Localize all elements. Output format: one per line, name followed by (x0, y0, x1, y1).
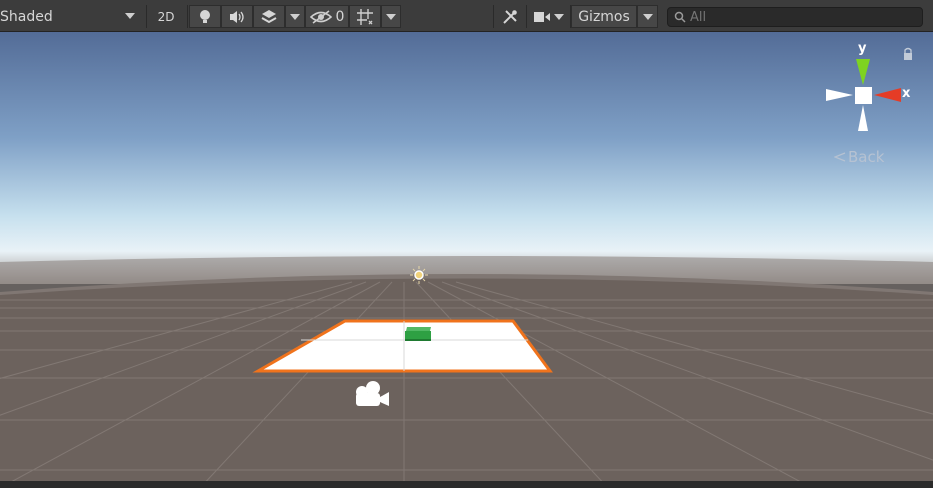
grid-dropdown[interactable] (381, 5, 401, 28)
grid-snap-toggle[interactable] (349, 5, 381, 28)
eye-slash-icon (309, 9, 332, 24)
scene-view-window: Shaded 2D 0 Gizmos All y x Back (0, 0, 933, 488)
video-camera-icon (534, 11, 550, 22)
sky (0, 32, 933, 284)
camera-settings-dropdown[interactable] (528, 5, 570, 28)
effects-dropdown[interactable] (285, 5, 305, 28)
grid-snap-icon (357, 8, 373, 25)
effects-stack-icon (261, 9, 277, 23)
shading-mode-dropdown[interactable]: Shaded (0, 5, 146, 28)
view-direction-label[interactable]: Back (834, 148, 885, 166)
chevron-down-icon (386, 13, 396, 20)
lighting-toggle[interactable] (189, 5, 221, 28)
gizmos-toggle[interactable]: Gizmos (571, 5, 637, 28)
audio-toggle[interactable] (221, 5, 253, 28)
gizmos-label: Gizmos (578, 8, 630, 25)
gizmos-dropdown[interactable] (637, 5, 658, 28)
mode-2d-label: 2D (157, 9, 175, 24)
chevron-down-icon (642, 13, 653, 20)
shading-mode-label: Shaded (0, 8, 53, 25)
speaker-icon (230, 10, 244, 23)
effects-toggle[interactable] (253, 5, 285, 28)
chevron-down-icon (125, 13, 135, 19)
gizmo-y-label: y (858, 41, 867, 56)
hidden-count: 0 (335, 8, 345, 25)
bottom-edge (0, 481, 933, 488)
chevron-down-icon (290, 13, 300, 20)
gizmo-x-label: x (902, 86, 911, 101)
scene-viewport[interactable]: y x (0, 32, 933, 488)
tools-icon (503, 9, 517, 24)
search-input[interactable] (690, 8, 915, 26)
perspective-icon (834, 152, 846, 162)
hierarchy-search-field[interactable] (667, 7, 923, 27)
tools-button[interactable] (495, 5, 525, 28)
mode-2d-toggle[interactable]: 2D (150, 5, 182, 28)
hidden-objects-toggle[interactable]: 0 (305, 5, 349, 28)
ground (0, 274, 933, 488)
lightbulb-icon (200, 9, 210, 23)
gizmo-center-cube[interactable] (855, 87, 872, 104)
search-icon (674, 11, 686, 23)
cube[interactable] (405, 327, 431, 341)
view-direction-text: Back (848, 148, 885, 166)
scene-toolbar: Shaded 2D 0 Gizmos All (0, 0, 933, 32)
chevron-down-icon (554, 13, 564, 20)
scene-render (0, 32, 933, 488)
